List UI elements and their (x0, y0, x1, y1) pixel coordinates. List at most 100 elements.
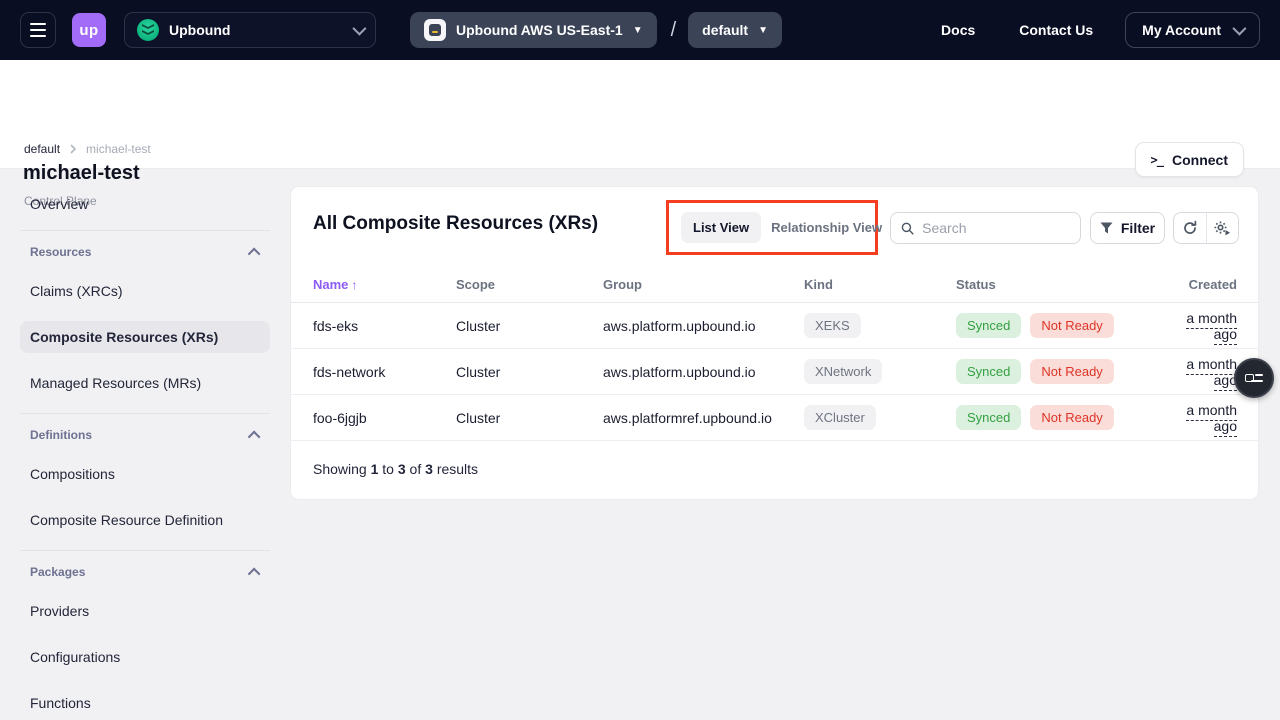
chevron-up-icon (248, 567, 261, 580)
created-tooltip-link[interactable]: a month ago (1186, 356, 1237, 391)
cell-kind: XNetwork (804, 359, 956, 384)
cell-name[interactable]: fds-eks (313, 318, 456, 334)
results-summary: Showing 1 to 3 of 3 results (291, 441, 1258, 497)
cell-name[interactable]: foo-6jgjb (313, 410, 456, 426)
cell-scope: Cluster (456, 364, 603, 380)
refresh-button[interactable] (1174, 213, 1206, 243)
status-badge-synced: Synced (956, 313, 1021, 338)
docs-link[interactable]: Docs (941, 22, 975, 38)
chevron-up-icon (248, 430, 261, 443)
cell-group: aws.platform.upbound.io (603, 364, 804, 380)
table-actions-group (1173, 212, 1239, 244)
group-select[interactable]: default ▼ (688, 12, 782, 48)
column-header-group[interactable]: Group (603, 277, 804, 292)
status-badge-synced: Synced (956, 359, 1021, 384)
search-icon (901, 221, 914, 236)
cell-kind: XCluster (804, 405, 956, 430)
auto-refresh-settings-button[interactable] (1206, 213, 1239, 243)
created-tooltip-link[interactable]: a month ago (1186, 402, 1237, 437)
breadcrumb-parent[interactable]: default (24, 142, 60, 156)
composite-resources-panel: All Composite Resources (XRs) List View … (290, 186, 1259, 500)
control-plane-select[interactable]: Upbound AWS US-East-1 ▼ (410, 12, 657, 48)
organization-select[interactable]: Upbound (124, 12, 376, 48)
chevron-down-icon (1232, 22, 1246, 36)
my-account-label: My Account (1142, 22, 1221, 38)
column-header-scope[interactable]: Scope (456, 277, 603, 292)
cell-scope: Cluster (456, 410, 603, 426)
sidebar-item-managed-resources[interactable]: Managed Resources (MRs) (20, 367, 270, 399)
sort-ascending-icon: ↑ (351, 278, 357, 292)
page-title: michael-test (23, 162, 140, 185)
cell-created: a month ago (1160, 356, 1237, 388)
results-from: 1 (371, 461, 379, 477)
table-row[interactable]: fds-network Cluster aws.platform.upbound… (291, 349, 1258, 395)
search-box (890, 212, 1081, 244)
cell-status: Synced Not Ready (956, 313, 1160, 338)
sidebar-item-xrd[interactable]: Composite Resource Definition (20, 504, 270, 536)
search-input[interactable] (922, 220, 1070, 236)
connect-button[interactable]: >_ Connect (1135, 142, 1244, 177)
chevron-up-icon (248, 247, 261, 260)
page-header: default michael-test michael-test Contro… (0, 60, 1280, 169)
my-account-button[interactable]: My Account (1125, 12, 1260, 48)
control-plane-icon (424, 19, 446, 41)
cell-group: aws.platform.upbound.io (603, 318, 804, 334)
results-to: 3 (398, 461, 406, 477)
kind-badge: XEKS (804, 313, 861, 338)
organization-name: Upbound (169, 22, 230, 38)
sidebar-item-overview[interactable]: Overview (20, 188, 270, 220)
created-tooltip-link[interactable]: a month ago (1186, 310, 1237, 345)
cell-created: a month ago (1160, 310, 1237, 342)
upbound-logo[interactable]: up (72, 13, 106, 47)
sidebar-item-functions[interactable]: Functions (20, 687, 270, 719)
kind-badge: XNetwork (804, 359, 882, 384)
topbar: up Upbound Upbound AWS US-East-1 ▼ / def… (0, 0, 1280, 60)
cell-scope: Cluster (456, 318, 603, 334)
cell-name[interactable]: fds-network (313, 364, 456, 380)
hamburger-icon (30, 23, 46, 25)
refresh-icon (1182, 220, 1198, 236)
cell-created: a month ago (1160, 402, 1237, 434)
filter-label: Filter (1121, 220, 1155, 236)
divider (20, 230, 270, 231)
filter-button[interactable]: Filter (1090, 212, 1165, 244)
sidebar-item-claims[interactable]: Claims (XRCs) (20, 275, 270, 307)
column-header-name[interactable]: Name↑ (313, 277, 456, 292)
column-header-kind[interactable]: Kind (804, 277, 956, 292)
group-name: default (702, 22, 748, 38)
red-annotation-box: List View Relationship View (666, 200, 878, 255)
caret-down-icon: ▼ (758, 25, 768, 36)
results-total: 3 (425, 461, 433, 477)
divider (20, 550, 270, 551)
breadcrumb: default michael-test (24, 142, 151, 156)
sidebar-item-configurations[interactable]: Configurations (20, 641, 270, 673)
panel-title: All Composite Resources (XRs) (313, 213, 598, 235)
column-header-status[interactable]: Status (956, 277, 1160, 292)
status-badge-not-ready: Not Ready (1030, 359, 1113, 384)
kind-badge: XCluster (804, 405, 876, 430)
tab-relationship-view[interactable]: Relationship View (765, 212, 888, 243)
sidebar-item-composite-resources[interactable]: Composite Resources (XRs) (20, 321, 270, 353)
resources-table: Name↑ Scope Group Kind Status Created fd… (291, 267, 1258, 497)
filter-funnel-icon (1100, 222, 1113, 234)
menu-hamburger-button[interactable] (20, 12, 56, 48)
table-row[interactable]: fds-eks Cluster aws.platform.upbound.io … (291, 303, 1258, 349)
feedback-widget-button[interactable] (1234, 358, 1274, 398)
sidebar-section-resources[interactable]: Resources (20, 245, 270, 259)
control-plane-name: Upbound AWS US-East-1 (456, 22, 623, 38)
column-header-created[interactable]: Created (1160, 277, 1237, 292)
sidebar: Overview Resources Claims (XRCs) Composi… (20, 188, 270, 720)
cell-kind: XEKS (804, 313, 956, 338)
sidebar-section-definitions[interactable]: Definitions (20, 428, 270, 442)
cell-group: aws.platformref.upbound.io (603, 410, 804, 426)
status-badge-synced: Synced (956, 405, 1021, 430)
breadcrumb-slash: / (671, 19, 677, 42)
table-row[interactable]: foo-6jgjb Cluster aws.platformref.upboun… (291, 395, 1258, 441)
sidebar-section-packages[interactable]: Packages (20, 565, 270, 579)
sidebar-item-providers[interactable]: Providers (20, 595, 270, 627)
table-header-row: Name↑ Scope Group Kind Status Created (291, 267, 1258, 303)
contact-us-link[interactable]: Contact Us (1019, 22, 1093, 38)
terminal-icon: >_ (1151, 153, 1163, 167)
tab-list-view[interactable]: List View (681, 212, 761, 243)
sidebar-item-compositions[interactable]: Compositions (20, 458, 270, 490)
